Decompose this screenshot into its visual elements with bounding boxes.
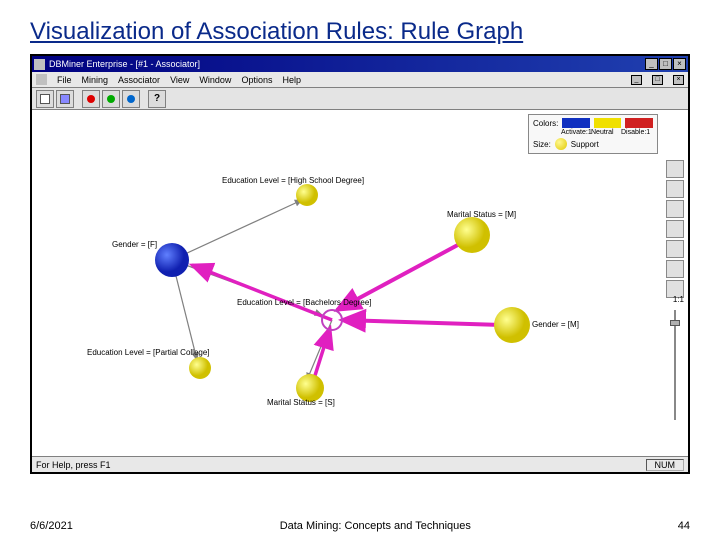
rule-graph-svg [32,110,672,456]
menu-view[interactable]: View [170,75,189,85]
tool-btn-4[interactable] [102,90,120,108]
node-marital-m[interactable] [454,217,490,253]
toolbar: ? [32,88,688,110]
tool-btn-5[interactable] [122,90,140,108]
node-edu-hs[interactable] [296,184,318,206]
maximize-button[interactable]: □ [659,58,672,70]
menu-help[interactable]: Help [282,75,301,85]
tool-btn-3[interactable] [82,90,100,108]
status-text: For Help, press F1 [36,460,111,470]
menu-window[interactable]: Window [199,75,231,85]
child-close-button[interactable]: × [673,75,684,85]
footer-center: Data Mining: Concepts and Techniques [280,520,471,532]
tool-help-button[interactable]: ? [148,90,166,108]
status-num: NUM [646,459,685,471]
node-gender-f[interactable] [155,243,189,277]
menu-mining[interactable]: Mining [82,75,109,85]
minimize-button[interactable]: _ [645,58,658,70]
label-marital-s: Marital Status = [S] [267,398,335,407]
menu-bar: File Mining Associator View Window Optio… [32,72,688,88]
title-bar-text: DBMiner Enterprise - [#1 - Associator] [49,59,200,69]
label-edu-partial: Education Level = [Partial College] [87,348,210,357]
menu-associator[interactable]: Associator [118,75,160,85]
zoom-label: 1:1 [673,295,684,304]
app-icon [34,59,45,70]
label-edu-hs: Education Level = [High School Degree] [222,176,364,185]
doc-icon [36,74,47,85]
label-gender-m: Gender = [M] [532,320,579,329]
footer-date: 6/6/2021 [30,520,73,532]
child-minimize-button[interactable]: _ [631,75,642,85]
slide-footer: 6/6/2021 Data Mining: Concepts and Techn… [0,520,720,532]
status-bar: For Help, press F1 NUM [32,456,688,472]
app-window: DBMiner Enterprise - [#1 - Associator] _… [30,54,690,474]
menu-options[interactable]: Options [241,75,272,85]
slide-title: Visualization of Association Rules: Rule… [0,0,720,54]
menu-file[interactable]: File [57,75,72,85]
label-edu-bach: Education Level = [Bachelors Degree] [237,298,372,307]
canvas-area[interactable]: Colors: Activate:1 Neutral Disable:1 Siz… [32,110,688,456]
node-gender-m[interactable] [494,307,530,343]
label-marital-m: Marital Status = [M] [447,210,516,219]
child-maximize-button[interactable]: □ [652,75,663,85]
footer-page: 44 [678,520,690,532]
close-button[interactable]: × [673,58,686,70]
node-edu-partial[interactable] [189,357,211,379]
title-bar: DBMiner Enterprise - [#1 - Associator] _… [32,56,688,72]
tool-btn-2[interactable] [56,90,74,108]
tool-btn-1[interactable] [36,90,54,108]
label-gender-f: Gender = [F] [112,240,157,249]
